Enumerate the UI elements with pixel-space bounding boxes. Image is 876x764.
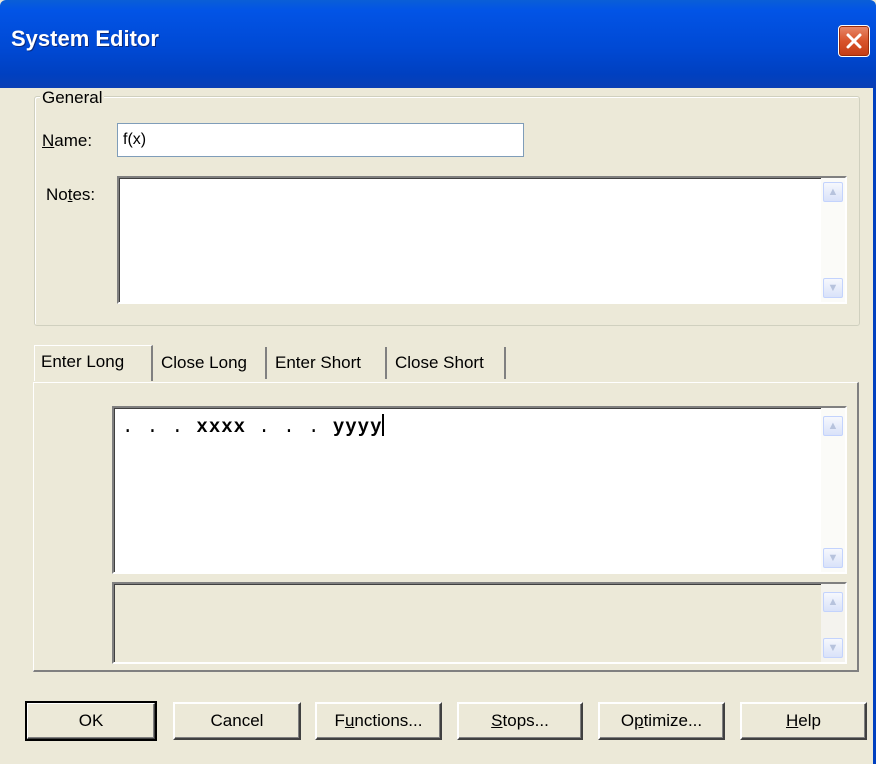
name-input-value: f(x) xyxy=(123,131,147,148)
tab-enter-short[interactable]: Enter Short xyxy=(269,347,387,379)
scroll-up-icon[interactable]: ▲ xyxy=(823,182,843,202)
stops-button[interactable]: Stops... xyxy=(457,702,583,740)
functions-button[interactable]: Functions... xyxy=(315,702,442,740)
close-button[interactable] xyxy=(838,25,870,57)
tab-close-short[interactable]: Close Short xyxy=(389,347,506,379)
name-input[interactable]: f(x) xyxy=(117,123,524,157)
ok-button[interactable]: OK xyxy=(25,701,157,741)
scroll-down-icon[interactable]: ▼ xyxy=(823,548,843,568)
notes-label: Notes: xyxy=(46,185,96,204)
scroll-down-icon[interactable]: ▼ xyxy=(823,638,843,658)
code-scrollbar[interactable]: ▲ ▼ xyxy=(821,408,845,572)
name-label: Name: xyxy=(42,131,93,150)
code-text: . . . xxxx . . . yyyy xyxy=(122,414,385,438)
title-bar: System Editor xyxy=(0,0,876,88)
message-panel: ▲ ▼ xyxy=(112,582,847,664)
tab-close-long[interactable]: Close Long xyxy=(155,347,267,379)
scroll-down-icon[interactable]: ▼ xyxy=(823,278,843,298)
scroll-up-icon[interactable]: ▲ xyxy=(823,416,843,436)
cancel-button[interactable]: Cancel xyxy=(173,702,301,740)
message-scrollbar[interactable]: ▲ ▼ xyxy=(821,584,845,662)
help-button[interactable]: Help xyxy=(740,702,867,740)
text-caret xyxy=(382,414,385,436)
code-editor[interactable]: . . . xxxx . . . yyyy ▲ ▼ xyxy=(112,406,847,574)
close-icon xyxy=(846,33,862,49)
notes-scrollbar[interactable]: ▲ ▼ xyxy=(821,178,845,302)
tab-enter-long[interactable]: Enter Long xyxy=(34,345,153,381)
scroll-up-icon[interactable]: ▲ xyxy=(823,592,843,612)
window-title: System Editor xyxy=(11,26,159,51)
general-legend: General xyxy=(40,88,105,108)
optimize-button[interactable]: Optimize... xyxy=(598,702,725,740)
notes-textarea[interactable]: ▲ ▼ xyxy=(117,176,847,304)
